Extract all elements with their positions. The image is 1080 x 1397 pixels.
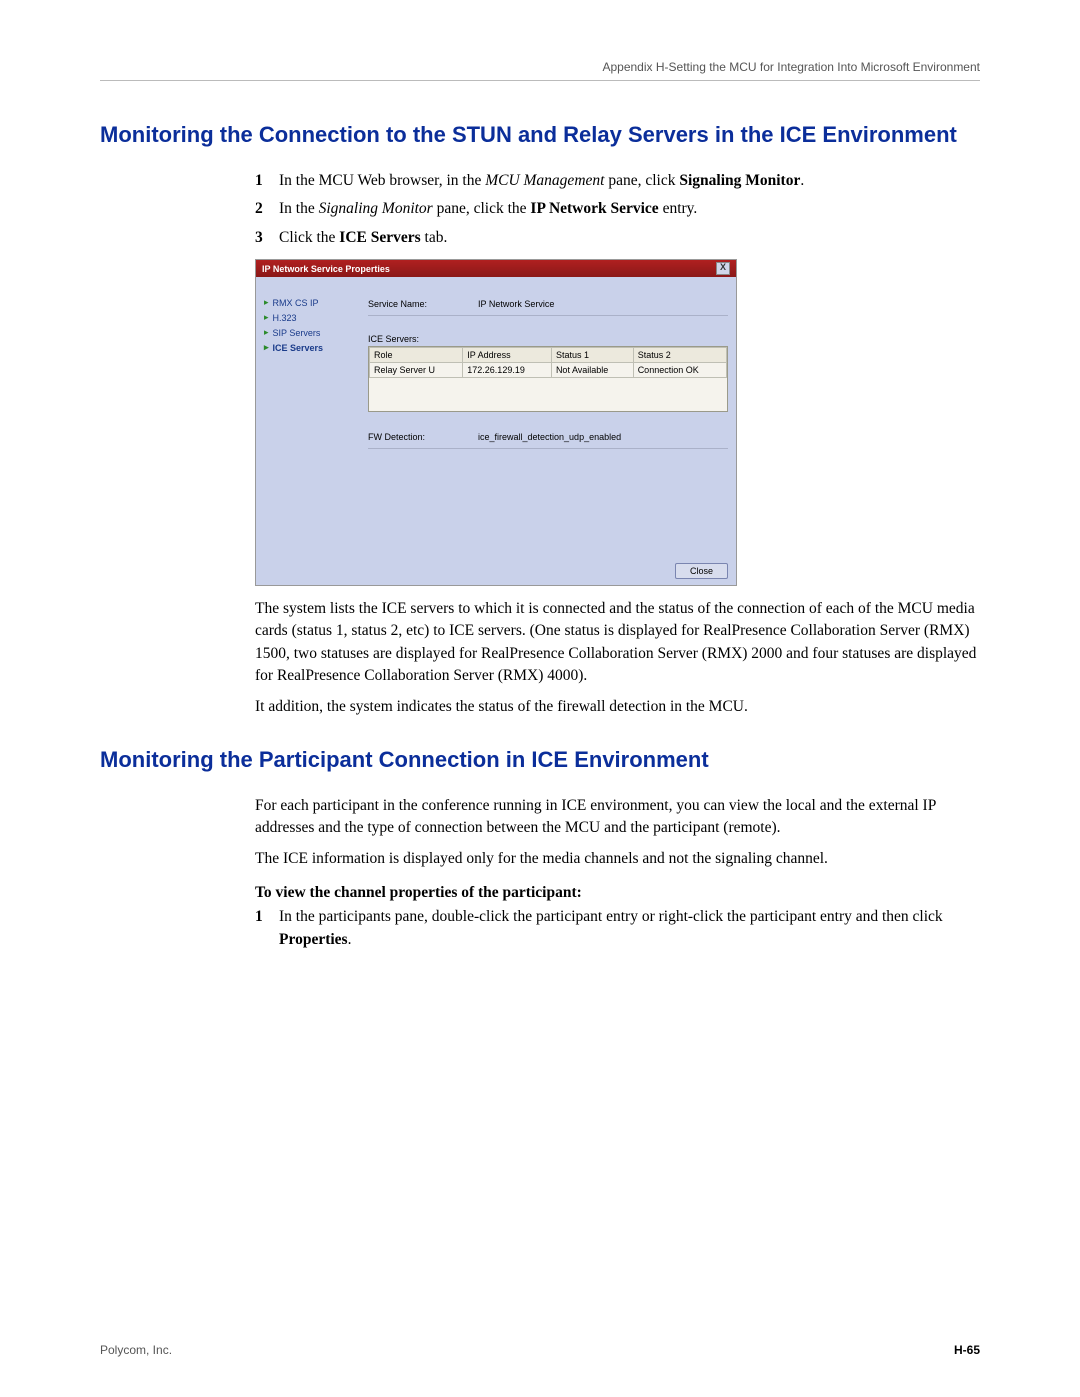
- section-title-2: Monitoring the Participant Connection in…: [100, 746, 980, 775]
- step-number: 1: [255, 170, 279, 192]
- step-number: 2: [255, 198, 279, 220]
- sub-heading: To view the channel properties of the pa…: [255, 884, 980, 902]
- sidebar-item-h323[interactable]: ▸H.323: [264, 310, 356, 325]
- table-row[interactable]: Relay Server U 172.26.129.19 Not Availab…: [370, 363, 727, 378]
- chevron-right-icon: ▸: [264, 297, 269, 308]
- cell-role: Relay Server U: [370, 363, 463, 378]
- footer-company: Polycom, Inc.: [100, 1343, 172, 1357]
- page-footer: Polycom, Inc. H-65: [100, 1343, 980, 1357]
- body-paragraph: For each participant in the conference r…: [255, 795, 980, 840]
- section-title-1: Monitoring the Connection to the STUN an…: [100, 121, 980, 150]
- footer-page-number: H-65: [954, 1343, 980, 1357]
- body-paragraph: The system lists the ICE servers to whic…: [255, 598, 980, 688]
- steps-list-2: 1 In the participants pane, double-click…: [255, 906, 980, 951]
- step-text: In the MCU Web browser, in the MCU Manag…: [279, 170, 980, 192]
- chevron-right-icon: ▸: [264, 312, 269, 323]
- page-header: Appendix H-Setting the MCU for Integrati…: [100, 60, 980, 81]
- dialog-title-text: IP Network Service Properties: [262, 264, 390, 274]
- close-button[interactable]: Close: [675, 563, 728, 579]
- sidebar-item-sip-servers[interactable]: ▸SIP Servers: [264, 325, 356, 340]
- col-role: Role: [370, 348, 463, 363]
- cell-ip: 172.26.129.19: [463, 363, 552, 378]
- col-status-1: Status 1: [551, 348, 633, 363]
- steps-list-1: 1 In the MCU Web browser, in the MCU Man…: [255, 170, 980, 249]
- body-paragraph: The ICE information is displayed only fo…: [255, 848, 980, 870]
- dialog-sidebar: ▸RMX CS IP ▸H.323 ▸SIP Servers ▸ICE Serv…: [264, 285, 356, 549]
- chevron-right-icon: ▸: [264, 327, 269, 338]
- fw-detection-value: ice_firewall_detection_udp_enabled: [478, 432, 621, 442]
- chevron-right-icon: ▸: [264, 342, 269, 353]
- cell-status-2: Connection OK: [633, 363, 726, 378]
- step-text: In the participants pane, double-click t…: [279, 906, 980, 951]
- step-number: 1: [255, 906, 279, 951]
- ip-network-service-properties-dialog: IP Network Service Properties X ▸RMX CS …: [255, 259, 737, 586]
- ice-servers-table: Role IP Address Status 1 Status 2 Relay …: [368, 346, 728, 412]
- col-ip-address: IP Address: [463, 348, 552, 363]
- service-name-value: IP Network Service: [478, 299, 554, 309]
- close-icon[interactable]: X: [716, 262, 730, 275]
- sidebar-item-rmx-cs-ip[interactable]: ▸RMX CS IP: [264, 295, 356, 310]
- fw-detection-label: FW Detection:: [368, 432, 478, 442]
- step-text: Click the ICE Servers tab.: [279, 227, 980, 249]
- sidebar-item-ice-servers[interactable]: ▸ICE Servers: [264, 340, 356, 355]
- service-name-label: Service Name:: [368, 299, 478, 309]
- col-status-2: Status 2: [633, 348, 726, 363]
- cell-status-1: Not Available: [551, 363, 633, 378]
- body-paragraph: It addition, the system indicates the st…: [255, 696, 980, 718]
- ice-servers-label: ICE Servers:: [368, 334, 728, 344]
- dialog-titlebar: IP Network Service Properties X: [256, 260, 736, 277]
- step-number: 3: [255, 227, 279, 249]
- step-text: In the Signaling Monitor pane, click the…: [279, 198, 980, 220]
